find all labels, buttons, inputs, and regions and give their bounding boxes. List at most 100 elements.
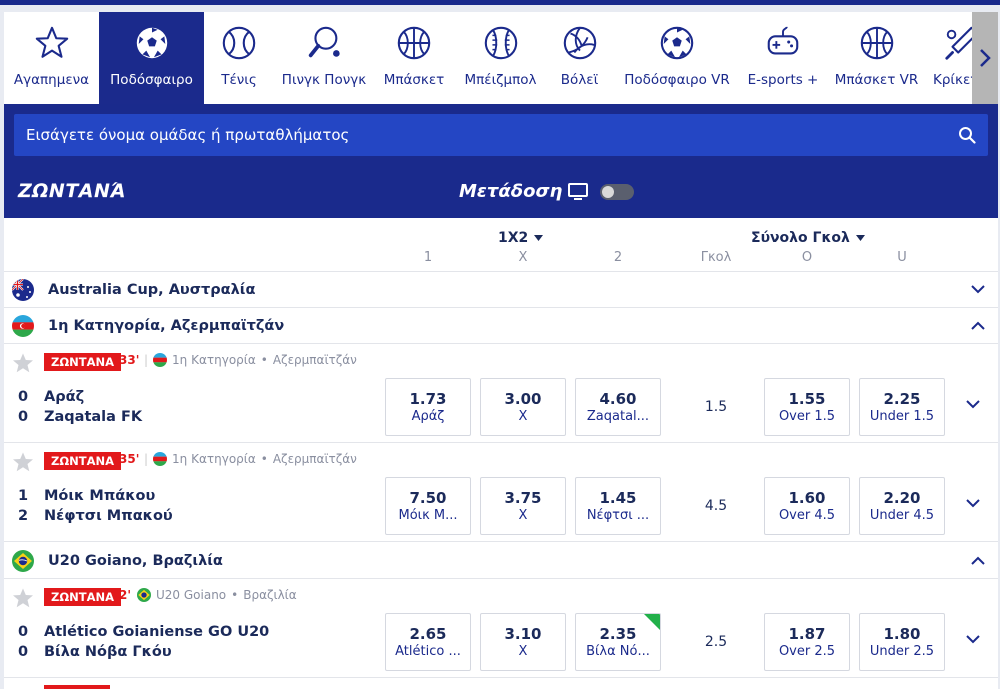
odds-button-home[interactable]: 7.50 Μόικ Μ... (385, 477, 471, 535)
chevron-down-icon[interactable] (966, 635, 980, 644)
caret-down-icon (855, 234, 865, 241)
goal-line: 2.5 (704, 634, 728, 650)
odds-label: Over 4.5 (778, 508, 836, 523)
basketball-icon (397, 26, 431, 60)
odds-value: 1.87 (788, 625, 826, 643)
odds-button-under[interactable]: 2.20 Under 4.5 (859, 477, 945, 535)
away-score: 0 (18, 409, 29, 425)
sport-tab-football-vr[interactable]: Ποδόσφαιρο VR (612, 12, 742, 104)
odds-value: 1.60 (788, 489, 826, 507)
sport-tab-label: Μπάσκετ (383, 72, 445, 88)
league-name: 1η Κατηγορία, Αζερμπαϊτζάν (48, 317, 285, 334)
goal-line: 4.5 (704, 498, 728, 514)
odds-button-under[interactable]: 1.80 Under 2.5 (859, 613, 945, 671)
market-total-goals-selector[interactable]: Σύνολο Γκολ (751, 230, 865, 246)
odds-label: X (518, 644, 528, 659)
favorite-star-icon[interactable] (12, 587, 34, 609)
odds-label: Βίλα Νό... (586, 644, 650, 659)
column-label: O (801, 250, 813, 265)
star-icon (35, 26, 68, 58)
away-team: 0 Βίλα Νόβα Γκόυ (18, 644, 172, 660)
market-1x2-selector[interactable]: 1X2 (498, 230, 544, 246)
sport-tab-label: E-sports + (747, 72, 819, 88)
odds-value: 3.10 (504, 625, 542, 643)
odds-label: Atlético ... (395, 644, 461, 659)
odds-value: 2.65 (409, 625, 447, 643)
flag-australia-icon (12, 278, 34, 301)
home-team-name: Αράζ (44, 389, 85, 405)
home-team-name: Atlético Goianiense GO U20 (44, 624, 270, 640)
chevron-down-icon[interactable] (966, 499, 980, 508)
sport-tab-label: Μπάσκετ VR (834, 72, 919, 88)
search-input[interactable]: Εισάγετε όνομα ομάδας ή πρωταθλήματος (14, 114, 988, 156)
sport-tab-football[interactable]: Ποδόσφαιρο (99, 12, 204, 104)
search-panel: Εισάγετε όνομα ομάδας ή πρωταθλήματος (4, 104, 998, 164)
away-team: 0 Zaqatala FK (18, 409, 142, 425)
odds-button-under[interactable]: 2.25 Under 1.5 (859, 378, 945, 436)
scroll-right-button[interactable] (972, 12, 998, 104)
flag-azerbaijan-icon (153, 452, 168, 466)
favorite-star-icon[interactable] (12, 451, 34, 473)
chevron-up-icon[interactable] (971, 321, 985, 330)
sport-tab-label: Πινγκ Πονγκ (281, 72, 367, 88)
odds-button-away[interactable]: 1.45 Νέφτσι ... (575, 477, 661, 535)
sport-tab-table-tennis[interactable]: Πινγκ Πονγκ (274, 12, 374, 104)
market-title: 1X2 (498, 230, 529, 246)
sport-tab-tennis[interactable]: Τένις (204, 12, 274, 104)
sport-tab-basketball-vr[interactable]: Μπάσκετ VR (824, 12, 929, 104)
gamepad-icon (767, 26, 799, 55)
match-minute: 33' (119, 353, 140, 367)
chevron-down-icon[interactable] (966, 400, 980, 409)
match-row: ΖΩΝΤΑΝΑ 35' | 1η Κατηγορία • Αζερμπαϊτζά… (4, 443, 998, 542)
competition-name: 1η Κατηγορία (172, 452, 256, 466)
odds-label: X (518, 409, 528, 424)
odds-up-indicator (644, 614, 660, 630)
sport-tab-esports[interactable]: E-sports + (742, 12, 824, 104)
home-score: 1 (18, 488, 29, 504)
sport-tab-label: Τένις (221, 72, 257, 88)
home-score: 0 (18, 389, 29, 405)
table-tennis-icon (308, 26, 340, 58)
league-header[interactable]: Australia Cup, Αυστραλία (4, 272, 998, 308)
sport-tab-baseball[interactable]: Μπέιζμπολ (454, 12, 547, 104)
sport-tab-favorites[interactable]: Αγαπημενα (4, 12, 99, 104)
odds-button-home[interactable]: 2.65 Atlético ... (385, 613, 471, 671)
odds-value: 1.45 (599, 489, 637, 507)
league-header[interactable]: U20 Goiano, Βραζιλία (4, 543, 998, 579)
odds-button-away[interactable]: 2.35 Βίλα Νό... (575, 613, 661, 671)
sport-tab-volleyball[interactable]: Βόλεϊ (547, 12, 612, 104)
odds-button-draw[interactable]: 3.10 X (480, 613, 566, 671)
search-icon[interactable] (958, 126, 976, 144)
match-competition: U20 Goiano • Βραζιλία (137, 588, 297, 602)
match-minute: 2' (119, 588, 132, 602)
odds-button-over[interactable]: 1.60 Over 4.5 (764, 477, 850, 535)
caret-down-icon (534, 234, 544, 241)
competition-name: 1η Κατηγορία (172, 353, 256, 367)
league-header[interactable]: 1η Κατηγορία, Αζερμπαϊτζάν (4, 308, 998, 344)
away-score: 0 (18, 644, 29, 660)
odds-value: 7.50 (409, 489, 447, 507)
column-label: Γκολ (700, 250, 732, 265)
chevron-up-icon[interactable] (971, 556, 985, 565)
stream-toggle-group: Μετάδοση (459, 181, 635, 202)
odds-button-home[interactable]: 1.73 Αράζ (385, 378, 471, 436)
away-score: 2 (18, 508, 29, 524)
stream-toggle[interactable] (600, 183, 635, 200)
soccer-ball-icon (136, 27, 167, 59)
live-title: ΖΩΝΤΑΝΆ (18, 180, 127, 202)
sports-nav: Αγαπημενα Ποδόσφαιρο Τένις Πινγκ Πονγκ Μ… (4, 12, 998, 104)
baseball-icon (484, 26, 517, 60)
chevron-down-icon[interactable] (971, 285, 985, 294)
favorite-star-icon[interactable] (12, 352, 34, 374)
odds-button-draw[interactable]: 3.75 X (480, 477, 566, 535)
odds-button-away[interactable]: 4.60 Zaqatal... (575, 378, 661, 436)
top-accent-bar (0, 0, 1000, 5)
sport-tab-basketball[interactable]: Μπάσκετ (374, 12, 454, 104)
flag-brazil-icon (12, 549, 34, 572)
odds-button-over[interactable]: 1.87 Over 2.5 (764, 613, 850, 671)
odds-value: 2.35 (599, 625, 637, 643)
competition-country: Αζερμπαϊτζάν (272, 452, 357, 466)
home-team: 1 Μόικ Μπάκου (18, 488, 155, 504)
odds-button-over[interactable]: 1.55 Over 1.5 (764, 378, 850, 436)
odds-button-draw[interactable]: 3.00 X (480, 378, 566, 436)
